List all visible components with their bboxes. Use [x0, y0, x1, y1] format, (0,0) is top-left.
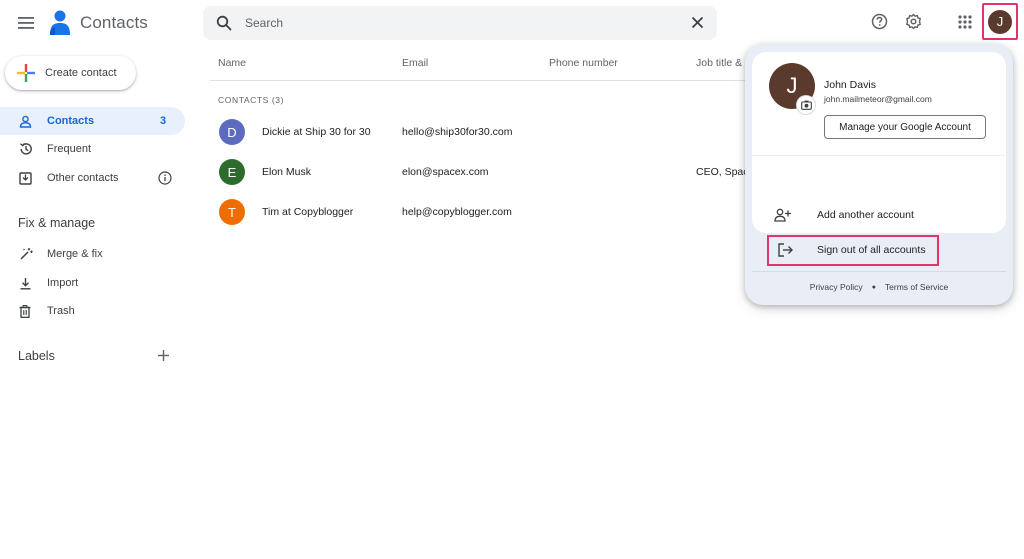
help-icon[interactable] [871, 13, 888, 30]
fix-manage-heading: Fix & manage [18, 216, 96, 230]
contact-name: Dickie at Ship 30 for 30 [262, 126, 371, 138]
info-icon[interactable] [158, 171, 172, 185]
divider [752, 271, 1006, 272]
menu-icon [18, 17, 34, 29]
contacts-count-label: CONTACTS (3) [218, 95, 285, 105]
create-contact-button[interactable]: Create contact [5, 56, 136, 90]
header-divider [210, 80, 750, 81]
create-contact-label: Create contact [45, 67, 117, 79]
avatar: E [219, 159, 245, 185]
history-icon [20, 143, 32, 155]
avatar: J [988, 9, 1012, 34]
search-input[interactable] [245, 13, 675, 33]
table-row[interactable]: D Dickie at Ship 30 for 30 hello@ship30f… [210, 112, 755, 152]
account-popup: J John Davis john.mailmeteor@gmail.com M… [745, 44, 1013, 305]
column-header-phone[interactable]: Phone number [549, 57, 618, 69]
divider [752, 155, 1006, 156]
trash-icon [19, 304, 31, 318]
sidebar-item-label: Import [47, 277, 79, 289]
table-row[interactable]: T Tim at Copyblogger help@copyblogger.co… [210, 192, 755, 232]
sidebar-item-label: Frequent [47, 143, 92, 155]
plus-icon [17, 64, 35, 82]
privacy-policy-link[interactable]: Privacy Policy [810, 282, 863, 292]
sidebar-item-label: Merge & fix [47, 248, 103, 260]
search-bar[interactable] [203, 6, 717, 40]
add-person-icon [774, 208, 791, 222]
sidebar-item-merge-fix[interactable]: Merge & fix [0, 240, 185, 268]
app-title: Contacts [80, 13, 148, 32]
contacts-count-badge: 3 [160, 115, 167, 127]
inbox-icon [19, 171, 32, 185]
clear-search-icon[interactable] [691, 16, 704, 29]
account-button[interactable]: J [982, 3, 1018, 40]
add-account-button[interactable]: Add another account [752, 206, 1006, 226]
account-email: john.mailmeteor@gmail.com [824, 94, 932, 104]
account-card: J John Davis john.mailmeteor@gmail.com M… [752, 52, 1006, 233]
sign-out-label: Sign out of all accounts [817, 244, 926, 256]
sign-out-icon [778, 243, 793, 257]
sidebar-item-label: Contacts [47, 115, 95, 127]
labels-heading: Labels [18, 349, 55, 363]
terms-of-service-link[interactable]: Terms of Service [885, 282, 948, 292]
person-icon [19, 115, 32, 128]
sidebar-item-other-contacts[interactable]: Other contacts [0, 164, 185, 192]
apps-grid-icon[interactable] [958, 15, 972, 29]
contact-email: help@copyblogger.com [402, 206, 512, 218]
main-menu-button[interactable] [14, 12, 38, 34]
contacts-logo-icon [48, 9, 72, 37]
column-header-job-title[interactable]: Job title & [696, 57, 742, 69]
contact-email: hello@ship30for30.com [402, 126, 513, 138]
account-name: John Davis [824, 79, 876, 91]
avatar: T [219, 199, 245, 225]
table-row[interactable]: E Elon Musk elon@spacex.com CEO, Space [210, 152, 755, 192]
change-photo-button[interactable] [797, 96, 815, 114]
contact-name: Tim at Copyblogger [262, 206, 354, 218]
camera-icon [800, 100, 812, 110]
column-header-name[interactable]: Name [218, 57, 246, 69]
column-header-email[interactable]: Email [402, 57, 428, 69]
sign-out-button[interactable]: Sign out of all accounts [767, 235, 939, 266]
download-icon [20, 277, 31, 290]
settings-icon[interactable] [905, 13, 922, 30]
contact-email: elon@spacex.com [402, 166, 489, 178]
search-icon[interactable] [216, 15, 232, 31]
sidebar-item-trash[interactable]: Trash [0, 297, 185, 325]
sidebar-item-import[interactable]: Import [0, 269, 185, 297]
sidebar-item-label: Other contacts [47, 172, 119, 184]
contact-name: Elon Musk [262, 166, 312, 178]
avatar: D [219, 119, 245, 145]
sidebar-item-contacts[interactable]: Contacts 3 [0, 107, 185, 135]
popup-footer: Privacy Policy ● Terms of Service [745, 282, 1013, 292]
add-account-label: Add another account [817, 209, 914, 221]
sidebar-item-label: Trash [47, 305, 75, 317]
separator-dot: ● [871, 283, 876, 291]
add-label-icon[interactable] [157, 349, 170, 362]
magic-wand-icon [20, 248, 33, 260]
sidebar-item-frequent[interactable]: Frequent [0, 135, 185, 163]
manage-account-button[interactable]: Manage your Google Account [824, 115, 986, 139]
